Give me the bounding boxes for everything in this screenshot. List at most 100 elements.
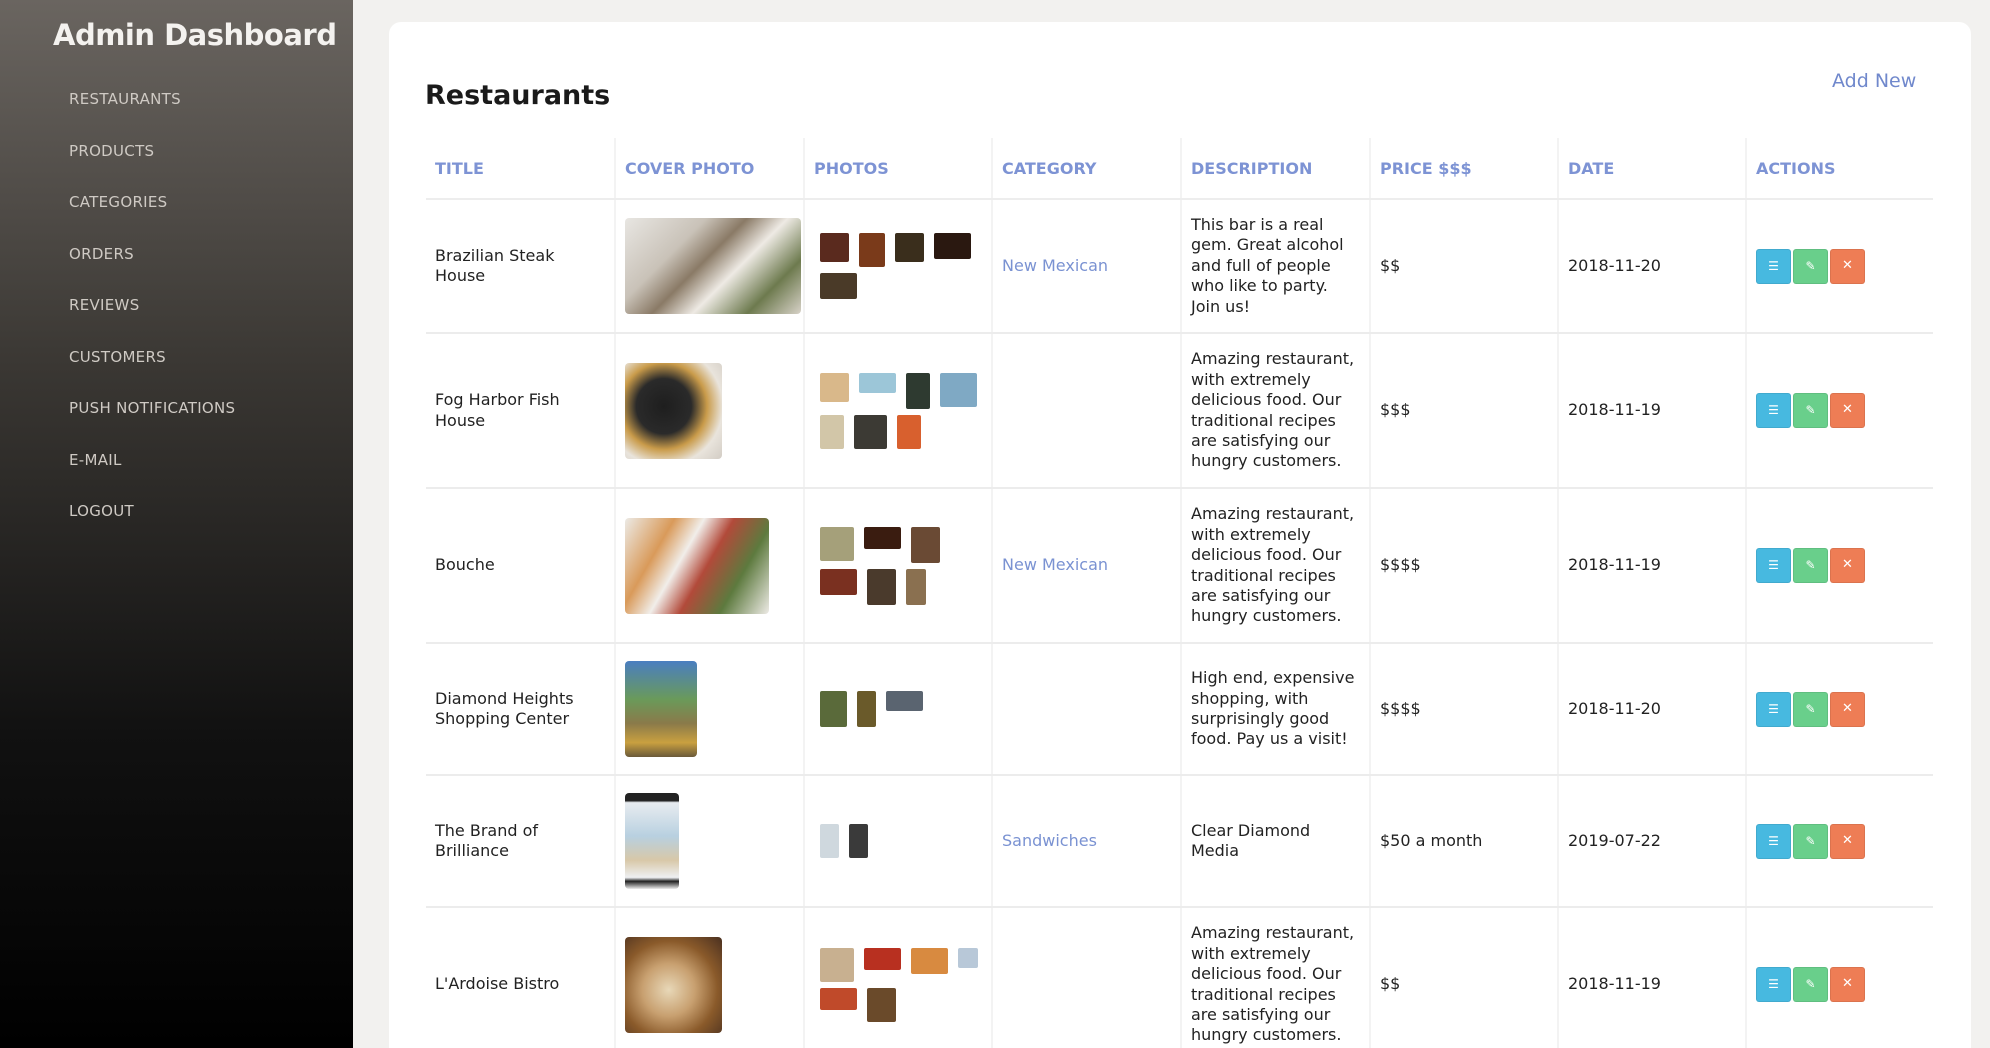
photo-thumbnail[interactable] [820,273,857,299]
photo-thumbnail[interactable] [820,947,854,982]
photo-thumbnail[interactable] [820,691,847,727]
photo-thumbnail[interactable] [820,526,854,561]
cell-description: Amazing restaurant, with extremely delic… [1181,907,1371,1048]
photo-thumbnail[interactable] [864,526,901,549]
cell-actions: ☰ ✎ ✕ [1746,643,1933,776]
photo-thumbnail[interactable] [820,414,844,449]
table-row: Bouche New Mexican Amazing restaurant, w… [426,488,1933,644]
add-new-link[interactable]: Add New [1832,70,1916,92]
photo-thumbnail[interactable] [859,233,885,267]
view-button[interactable]: ☰ [1756,548,1791,583]
photo-thumbnail[interactable] [911,947,948,974]
photo-thumbnails [814,691,982,727]
photo-thumbnail[interactable] [934,233,971,259]
photo-thumbnail[interactable] [820,824,839,858]
photo-thumbnail[interactable] [849,824,868,858]
edit-button[interactable]: ✎ [1793,393,1828,428]
sidebar-item-push-notifications[interactable]: PUSH NOTIFICATIONS [69,399,235,451]
photo-thumbnail[interactable] [906,372,930,409]
photo-thumbnail[interactable] [857,691,876,727]
photo-thumbnail[interactable] [820,372,849,402]
cell-price: $$ [1370,907,1559,1048]
edit-icon: ✎ [1805,258,1816,273]
sidebar-item-email[interactable]: E-MAIL [69,451,235,503]
photo-thumbnail[interactable] [820,233,849,262]
cell-category: Sandwiches [992,775,1182,908]
photo-thumbnail[interactable] [820,987,857,1010]
edit-button[interactable]: ✎ [1793,248,1828,284]
cover-photo[interactable] [625,936,722,1033]
delete-button[interactable]: ✕ [1830,248,1865,284]
header-cover-photo[interactable]: COVER PHOTO [615,138,805,200]
sidebar-item-products[interactable]: PRODUCTS [69,142,235,194]
cover-photo[interactable] [625,793,679,889]
photo-thumbnail[interactable] [867,568,896,605]
edit-button[interactable]: ✎ [1793,967,1828,1002]
photo-thumbnail[interactable] [906,568,926,605]
edit-icon: ✎ [1805,701,1816,716]
cell-cover-photo [615,907,805,1048]
photo-thumbnail[interactable] [886,691,923,711]
photo-thumbnail[interactable] [911,526,940,563]
photo-thumbnails [814,233,982,299]
delete-button[interactable]: ✕ [1830,691,1865,727]
cover-photo[interactable] [625,362,722,459]
photo-thumbnail[interactable] [897,414,921,449]
brand-title: Admin Dashboard [53,18,337,52]
photo-thumbnail[interactable] [854,414,887,449]
photo-thumbnails [814,526,982,605]
delete-button[interactable]: ✕ [1830,967,1865,1002]
cell-description: Amazing restaurant, with extremely delic… [1181,333,1371,489]
sidebar-item-customers[interactable]: CUSTOMERS [69,348,235,400]
header-description[interactable]: DESCRIPTION [1181,138,1371,200]
restaurants-table: TITLE COVER PHOTO PHOTOS CATEGORY DESCRI… [426,138,1933,1048]
sidebar-item-logout[interactable]: LOGOUT [69,502,235,554]
view-button[interactable]: ☰ [1756,393,1791,428]
edit-button[interactable]: ✎ [1793,548,1828,583]
photo-thumbnail[interactable] [895,233,924,262]
cell-photos [804,199,993,334]
cover-photo[interactable] [625,218,801,314]
header-date[interactable]: DATE [1558,138,1747,200]
sidebar-item-categories[interactable]: CATEGORIES [69,193,235,245]
photo-thumbnail[interactable] [864,947,901,970]
sidebar-item-reviews[interactable]: REVIEWS [69,296,235,348]
sidebar-item-restaurants[interactable]: RESTAURANTS [69,90,235,142]
header-category[interactable]: CATEGORY [992,138,1182,200]
view-button[interactable]: ☰ [1756,967,1791,1002]
header-title[interactable]: TITLE [426,138,616,200]
edit-button[interactable]: ✎ [1793,691,1828,727]
photo-thumbnail[interactable] [859,372,896,393]
close-icon: ✕ [1842,557,1853,573]
cover-photo[interactable] [625,517,769,614]
delete-button[interactable]: ✕ [1830,548,1865,583]
category-link[interactable]: Sandwiches [1002,831,1097,850]
cover-photo[interactable] [625,661,697,757]
cell-cover-photo [615,643,805,776]
view-button[interactable]: ☰ [1756,691,1791,727]
cell-photos [804,775,993,908]
header-photos[interactable]: PHOTOS [804,138,993,200]
sidebar-item-orders[interactable]: ORDERS [69,245,235,297]
header-price[interactable]: PRICE $$$ [1370,138,1559,200]
cell-description: Amazing restaurant, with extremely delic… [1181,488,1371,644]
photo-thumbnail[interactable] [958,947,978,968]
cell-price: $50 a month [1370,775,1559,908]
edit-icon: ✎ [1805,833,1816,848]
edit-button[interactable]: ✎ [1793,823,1828,859]
category-link[interactable]: New Mexican [1002,555,1108,574]
table-row: Diamond Heights Shopping Center High end… [426,643,1933,776]
cell-date: 2018-11-20 [1558,199,1747,334]
table-row: L'Ardoise Bistro Amazing restaurant, wit… [426,907,1933,1048]
delete-button[interactable]: ✕ [1830,393,1865,428]
photo-thumbnail[interactable] [820,568,857,595]
photo-thumbnail[interactable] [867,987,896,1022]
photo-thumbnail[interactable] [940,372,977,407]
view-button[interactable]: ☰ [1756,248,1791,284]
cell-title: The Brand of Brilliance [426,775,616,908]
table-header-row: TITLE COVER PHOTO PHOTOS CATEGORY DESCRI… [426,138,1933,200]
category-link[interactable]: New Mexican [1002,256,1108,275]
delete-button[interactable]: ✕ [1830,823,1865,859]
restaurants-card: Restaurants Add New TITLE COVER PHOTO PH… [389,22,1971,1048]
view-button[interactable]: ☰ [1756,823,1791,859]
